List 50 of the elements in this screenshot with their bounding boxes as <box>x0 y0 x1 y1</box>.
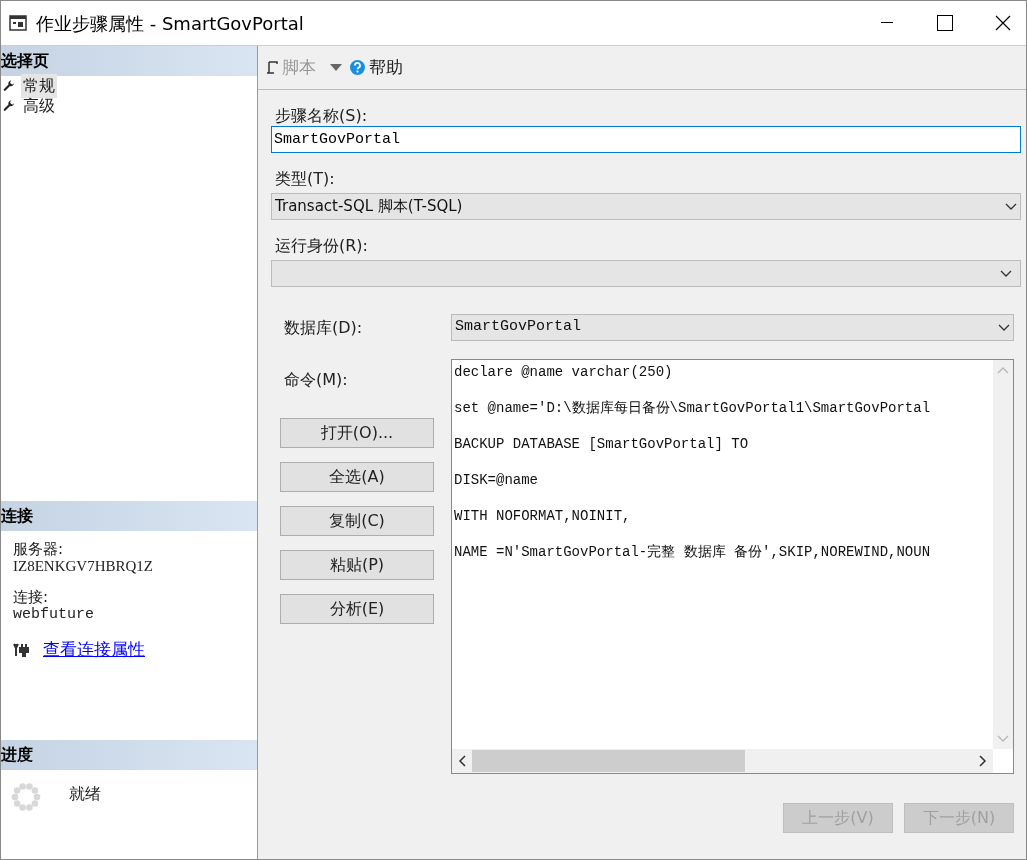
command-editor[interactable] <box>451 359 1014 774</box>
command-button[interactable]: 分析(E) <box>280 594 434 624</box>
minimize-icon <box>881 22 893 24</box>
server-name: IZ8ENKGV7HBRQ1Z <box>13 558 154 575</box>
code-line: WITH NOFORMAT,NOINIT, <box>454 507 632 526</box>
vertical-scrollbar[interactable] <box>993 360 1013 749</box>
code-line: NAME =N'SmartGovPortal-完整 数据库 备份',SKIP,NOREWIND,NOUN <box>454 543 932 562</box>
progress-status: 就绪 <box>69 783 101 805</box>
scroll-left-icon[interactable] <box>458 755 466 767</box>
code-line: declare @name varchar(250) <box>454 363 674 382</box>
section-header: 连接 <box>1 501 257 531</box>
command-button[interactable]: 复制(C) <box>280 506 434 536</box>
toolbar-button[interactable]: 帮助 <box>369 54 403 81</box>
scroll-up-icon[interactable] <box>997 366 1009 374</box>
wrench-icon <box>3 100 15 112</box>
script-icon <box>266 60 278 75</box>
command-button[interactable]: 打开(O)... <box>280 418 434 448</box>
section-header: 进度 <box>1 740 257 770</box>
code-line: DISK=@name <box>454 471 539 490</box>
maximize-icon <box>937 15 953 31</box>
command-button[interactable]: 全选(A) <box>280 462 434 492</box>
type-dropdown[interactable]: Transact-SQL 脚本(T-SQL) <box>271 193 1021 220</box>
database-dropdown[interactable]: SmartGovPortal <box>451 314 1014 341</box>
connection-properties-link[interactable]: 查看连接属性 <box>43 637 145 663</box>
server-label: 服务器: <box>13 541 65 558</box>
field-label: 步骤名称(S): <box>274 105 369 126</box>
code-line: BACKUP DATABASE [SmartGovPortal] TO <box>454 435 750 454</box>
spinner-icon <box>11 782 41 812</box>
field-label: 数据库(D): <box>284 316 364 339</box>
close-icon <box>995 15 1011 31</box>
scroll-down-icon[interactable] <box>997 735 1009 743</box>
page-item[interactable]: 常规 <box>21 74 57 98</box>
window-title: 作业步骤属性 - SmartGovPortal <box>36 11 304 36</box>
command-button[interactable]: 粘贴(P) <box>280 550 434 580</box>
scroll-right-icon[interactable] <box>979 755 987 767</box>
help-icon <box>350 60 365 75</box>
field-label: 运行身份(R): <box>274 235 369 257</box>
connection-name: webfuture <box>13 606 95 623</box>
run-as-dropdown[interactable] <box>271 260 1021 287</box>
connection-label: 连接: <box>13 589 50 606</box>
scrollbar-thumb[interactable] <box>472 750 745 772</box>
field-label: 命令(M): <box>284 369 349 391</box>
wrench-icon <box>3 80 15 92</box>
section-header: 选择页 <box>1 46 257 76</box>
code-line: set @name='D:\数据库每日备份\SmartGovPortal1\SmartGovPortal <box>454 399 932 418</box>
field-label: 类型(T): <box>274 168 336 190</box>
dropdown-arrow-icon[interactable] <box>330 64 342 71</box>
window-icon <box>9 15 27 31</box>
horizontal-scrollbar[interactable] <box>452 749 993 773</box>
step-name-field[interactable]: SmartGovPortal <box>271 126 1021 153</box>
